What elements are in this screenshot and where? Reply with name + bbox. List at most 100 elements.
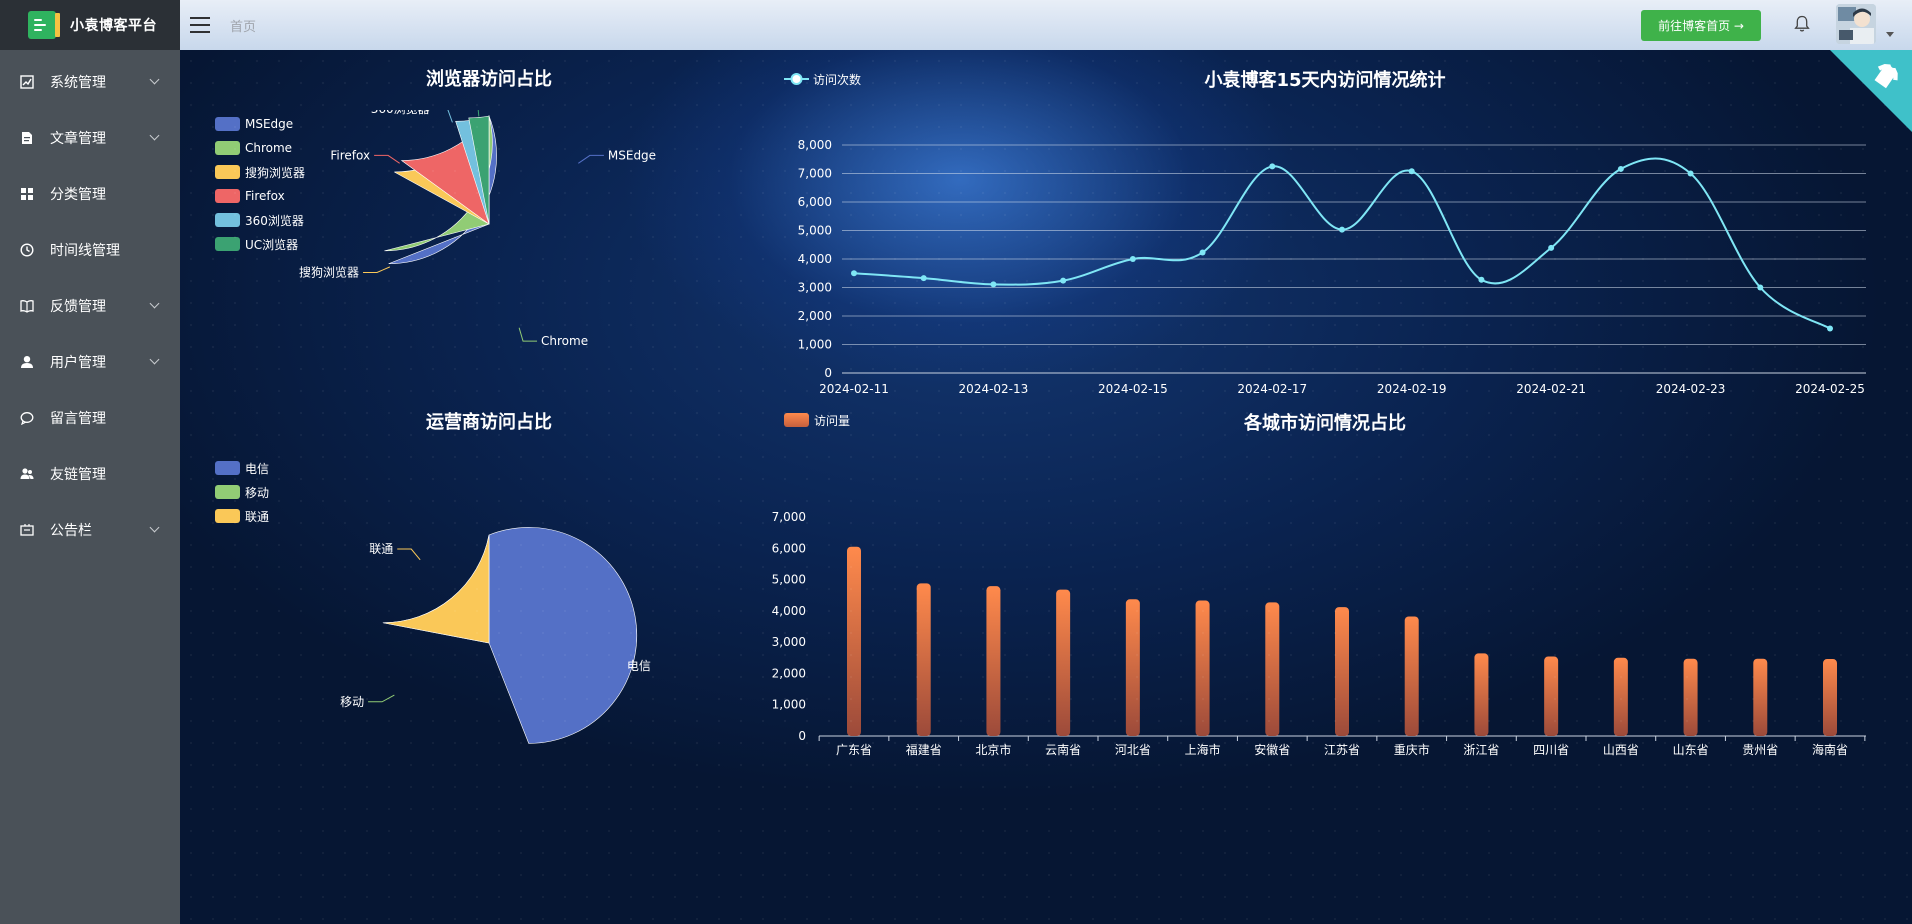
y-tick-label: 7,000 bbox=[798, 167, 832, 181]
visits-legend-item[interactable]: 访问次数 bbox=[784, 67, 861, 91]
pie-label: 搜狗浏览器 bbox=[299, 264, 359, 279]
x-tick-label: 山东省 bbox=[1673, 743, 1709, 757]
chevron-down-icon bbox=[149, 130, 160, 141]
sidebar-item-5[interactable]: 用户管理 bbox=[0, 334, 180, 390]
data-point[interactable] bbox=[1478, 276, 1485, 283]
menu-toggle-icon[interactable] bbox=[190, 17, 210, 33]
sidebar-item-6[interactable]: 留言管理 bbox=[0, 390, 180, 446]
sidebar-menu: 系统管理文章管理分类管理时间线管理 反馈管理 用户管理留言管理友链管理 公告栏 bbox=[0, 50, 180, 558]
legend-line-marker bbox=[784, 73, 809, 85]
y-tick-label: 6,000 bbox=[798, 195, 832, 209]
sidebar-item-4[interactable]: 反馈管理 bbox=[0, 278, 180, 334]
bar[interactable] bbox=[1474, 653, 1489, 736]
avatar[interactable] bbox=[1836, 4, 1876, 44]
legend-swatch bbox=[215, 485, 240, 499]
y-tick-label: 7,000 bbox=[772, 510, 806, 524]
sidebar-item-3[interactable]: 时间线管理 bbox=[0, 222, 180, 278]
sidebar-item-7[interactable]: 友链管理 bbox=[0, 446, 180, 502]
browser-pie-chart: MSEdgeChrome搜狗浏览器Firefox360浏览器UC浏览器 bbox=[299, 110, 656, 348]
x-tick-label: 2024-02-19 bbox=[1377, 382, 1447, 396]
sidebar-item-label: 文章管理 bbox=[50, 131, 106, 147]
data-point[interactable] bbox=[1408, 168, 1415, 175]
visits-series-line bbox=[853, 157, 1831, 330]
legend-swatch bbox=[215, 509, 240, 523]
sidebar-item-label: 留言管理 bbox=[50, 411, 106, 427]
bar[interactable] bbox=[847, 546, 861, 736]
shirt-icon[interactable] bbox=[1868, 58, 1904, 94]
bar[interactable] bbox=[1544, 656, 1559, 736]
dashboard-main: 浏览器访问占比 MSEdge Chrome 搜狗浏览器 Firefox 360浏览器 UC… bbox=[180, 50, 1912, 924]
bar[interactable] bbox=[986, 586, 1001, 736]
data-point[interactable] bbox=[1339, 226, 1345, 233]
x-tick-label: 2024-02-17 bbox=[1237, 382, 1307, 396]
legend-swatch bbox=[784, 413, 809, 427]
bar[interactable] bbox=[1683, 658, 1698, 736]
data-point[interactable] bbox=[920, 275, 927, 282]
legend-swatch bbox=[215, 237, 240, 251]
data-point[interactable] bbox=[1617, 165, 1624, 172]
visits-legend-label: 访问次数 bbox=[813, 72, 862, 87]
y-tick-label: 6,000 bbox=[772, 541, 806, 555]
chat-icon bbox=[20, 411, 34, 425]
sidebar-item-0[interactable]: 系统管理 bbox=[0, 54, 180, 110]
city-legend-label: 访问量 bbox=[814, 413, 851, 428]
legend-swatch bbox=[215, 213, 240, 227]
city-bar-chart: 0 1,000 2,000 3,000 4,000 5,000 6,000 7,000 广东省 福… bbox=[772, 510, 1866, 757]
data-point[interactable] bbox=[1827, 325, 1833, 332]
x-tick-label: 广东省 bbox=[836, 743, 872, 757]
pie-label: 联通 bbox=[369, 542, 393, 556]
bar[interactable] bbox=[1195, 600, 1210, 736]
data-point[interactable] bbox=[990, 281, 997, 288]
data-point[interactable] bbox=[851, 270, 857, 277]
bar[interactable] bbox=[1125, 599, 1140, 736]
sidebar-item-label: 分类管理 bbox=[50, 187, 106, 203]
bar[interactable] bbox=[1613, 657, 1628, 736]
users-icon bbox=[20, 467, 34, 481]
bar[interactable] bbox=[1265, 602, 1280, 736]
y-tick-label: 3,000 bbox=[772, 635, 806, 649]
breadcrumb[interactable]: 首页 bbox=[230, 16, 256, 35]
x-tick-label: 北京市 bbox=[975, 742, 1011, 757]
y-tick-label: 5,000 bbox=[772, 573, 806, 587]
data-point[interactable] bbox=[1757, 284, 1764, 291]
y-tick-label: 1,000 bbox=[798, 338, 832, 352]
pie-label-line bbox=[368, 694, 395, 703]
data-point[interactable] bbox=[1129, 256, 1136, 262]
carrier-pie-chart: 电信移动 联通 bbox=[340, 527, 651, 744]
data-point[interactable] bbox=[1687, 170, 1694, 177]
x-tick-label: 2024-02-23 bbox=[1656, 382, 1726, 396]
bar[interactable] bbox=[1404, 616, 1419, 736]
x-tick-label: 安徽省 bbox=[1254, 742, 1290, 757]
notice-icon bbox=[20, 523, 34, 537]
x-tick-label: 2024-02-25 bbox=[1795, 382, 1865, 396]
top-header: 首页 前往博客首页 → bbox=[180, 0, 1912, 50]
bar[interactable] bbox=[1335, 607, 1349, 736]
bar[interactable] bbox=[1823, 659, 1837, 736]
bell-icon[interactable] bbox=[1794, 15, 1810, 33]
city-legend-item[interactable]: 访问量 bbox=[784, 408, 850, 432]
pie-label: 移动 bbox=[340, 695, 364, 709]
legend-swatch bbox=[215, 461, 240, 475]
y-tick-label: 1,000 bbox=[772, 698, 806, 712]
goto-blog-button[interactable]: 前往博客首页 → bbox=[1641, 10, 1761, 41]
sidebar-item-2[interactable]: 分类管理 bbox=[0, 166, 180, 222]
bar[interactable] bbox=[1753, 658, 1768, 736]
data-point[interactable] bbox=[1060, 277, 1067, 284]
city-legend: 访问量 bbox=[784, 408, 850, 432]
chevron-down-icon bbox=[149, 74, 160, 85]
data-point[interactable] bbox=[1199, 249, 1206, 256]
data-point[interactable] bbox=[1269, 163, 1276, 170]
data-point[interactable] bbox=[1548, 244, 1555, 251]
user-icon bbox=[20, 355, 34, 369]
chevron-down-icon[interactable] bbox=[1886, 32, 1894, 37]
pie-label: MSEdge bbox=[608, 148, 656, 162]
sidebar-item-1[interactable]: 文章管理 bbox=[0, 110, 180, 166]
browser-chart-title: 浏览器访问占比 bbox=[426, 69, 552, 90]
x-tick-label: 2024-02-11 bbox=[819, 382, 889, 396]
sidebar-item-8[interactable]: 公告栏 bbox=[0, 502, 180, 558]
brand[interactable]: 小袁博客平台 bbox=[0, 0, 180, 50]
bar[interactable] bbox=[1056, 589, 1071, 736]
pie-slice[interactable] bbox=[488, 527, 638, 744]
pie-slice[interactable] bbox=[382, 534, 490, 644]
bar[interactable] bbox=[916, 583, 931, 736]
